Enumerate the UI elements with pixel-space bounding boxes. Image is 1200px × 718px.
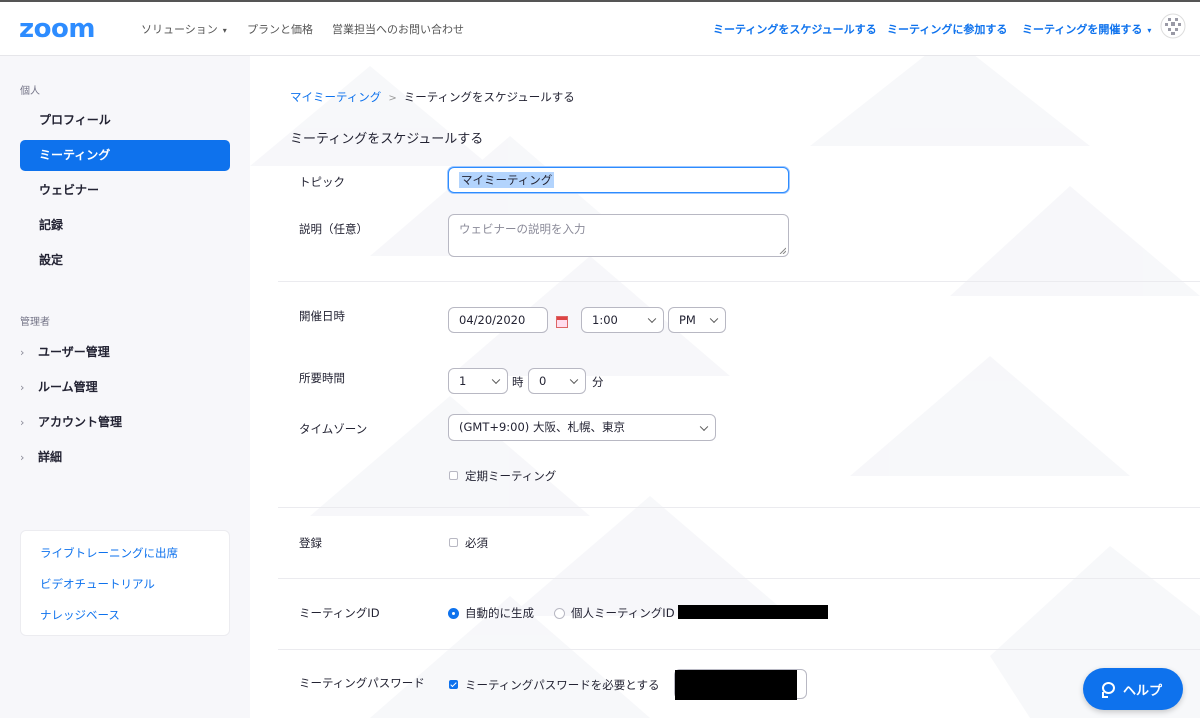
timezone-label: タイムゾーン (299, 422, 368, 436)
link-live-training[interactable]: ライブトレーニングに出席 (40, 545, 178, 561)
sidebar-item-meetings[interactable]: ミーティング (20, 140, 230, 171)
sidebar-item-recordings[interactable]: 記録 (20, 210, 230, 241)
avatar[interactable] (1160, 13, 1186, 39)
caret-down-icon: ▾ (222, 25, 227, 35)
nav-solutions[interactable]: ソリューション ▾ (141, 21, 227, 37)
section-label-personal: 個人 (20, 86, 40, 97)
sidebar-item-user-management[interactable]: › ユーザー管理 (20, 338, 230, 366)
duration-minutes-select[interactable]: 0 (528, 368, 586, 394)
description-label: 説明（任意） (299, 222, 368, 236)
breadcrumb-link-my-meetings[interactable]: マイミーティング (290, 90, 381, 104)
section-divider (278, 507, 1200, 508)
meeting-id-label: ミーティングID (299, 606, 380, 620)
registration-required-label[interactable]: 必須 (465, 535, 488, 551)
section-divider (278, 281, 1200, 282)
time-select[interactable]: 1:00 (581, 307, 664, 333)
duration-label: 所要時間 (299, 371, 345, 385)
chevron-down-icon (647, 314, 657, 324)
registration-label: 登録 (299, 536, 322, 550)
redacted-personal-meeting-id (678, 605, 828, 619)
nav-plans-pricing[interactable]: プランと価格 (247, 21, 313, 37)
main-content: マイミーティング > ミーティングをスケジュールする ミーティングをスケジュールする… (250, 56, 1200, 718)
description-placeholder: ウェビナーの説明を入力 (459, 222, 586, 236)
resize-handle-icon[interactable] (779, 247, 786, 254)
topic-label: トピック (299, 175, 345, 189)
section-divider (278, 578, 1200, 579)
nav-schedule-meeting[interactable]: ミーティングをスケジュールする (713, 21, 877, 37)
section-label-admin: 管理者 (20, 317, 50, 328)
registration-required-checkbox[interactable] (449, 538, 458, 547)
ampm-select[interactable]: PM (668, 307, 726, 333)
chevron-right-icon: › (20, 416, 25, 429)
help-button[interactable]: ヘルプ (1083, 668, 1183, 710)
description-textarea[interactable]: ウェビナーの説明を入力 (448, 214, 789, 257)
hours-unit: 時 (512, 375, 524, 389)
breadcrumb: マイミーティング > ミーティングをスケジュールする (290, 89, 575, 105)
caret-down-icon: ▾ (1147, 25, 1152, 35)
chevron-down-icon (699, 422, 709, 431)
breadcrumb-current: ミーティングをスケジュールする (403, 90, 575, 104)
top-header: zoom ソリューション ▾ プランと価格 営業担当へのお問い合わせ ミーティング… (0, 2, 1200, 56)
meeting-id-personal-radio[interactable] (554, 608, 565, 619)
calendar-icon[interactable] (556, 316, 568, 328)
section-divider (278, 649, 1200, 650)
redacted-password (675, 670, 797, 700)
password-required-label[interactable]: ミーティングパスワードを必要とする (465, 677, 659, 693)
meeting-id-auto-radio[interactable] (448, 608, 459, 619)
sidebar-item-advanced[interactable]: › 詳細 (20, 443, 230, 471)
password-label: ミーティングパスワード (299, 676, 425, 690)
link-video-tutorials[interactable]: ビデオチュートリアル (40, 576, 155, 592)
recurring-label[interactable]: 定期ミーティング (465, 468, 556, 484)
chevron-right-icon: › (20, 381, 25, 394)
recurring-checkbox[interactable] (449, 471, 458, 480)
topic-input[interactable]: マイミーティング (448, 167, 789, 193)
minutes-unit: 分 (592, 375, 604, 389)
sidebar-item-room-management[interactable]: › ルーム管理 (20, 373, 230, 401)
meeting-id-auto-label[interactable]: 自動的に生成 (465, 605, 534, 621)
nav-contact-sales[interactable]: 営業担当へのお問い合わせ (332, 21, 464, 37)
timezone-select[interactable]: (GMT+9:00) 大阪、札幌、東京 (448, 414, 716, 441)
sidebar-item-settings[interactable]: 設定 (20, 245, 230, 276)
nav-host-meeting[interactable]: ミーティングを開催する ▾ (1022, 21, 1151, 37)
chevron-down-icon (491, 375, 501, 385)
breadcrumb-separator: > (388, 93, 397, 104)
nav-join-meeting[interactable]: ミーティングに参加する (887, 21, 1007, 37)
sidebar-item-profile[interactable]: プロフィール (20, 105, 230, 136)
password-input[interactable] (674, 669, 807, 700)
chevron-down-icon (709, 314, 719, 324)
chevron-down-icon (569, 375, 579, 385)
meeting-id-personal-label[interactable]: 個人ミーティングID (571, 605, 675, 621)
when-label: 開催日時 (299, 309, 345, 323)
sidebar-item-webinars[interactable]: ウェビナー (20, 175, 230, 206)
date-input[interactable]: 04/20/2020 (448, 307, 548, 333)
sidebar-item-account-management[interactable]: › アカウント管理 (20, 408, 230, 436)
help-links-box: ライブトレーニングに出席 ビデオチュートリアル ナレッジベース (20, 530, 230, 636)
chevron-right-icon: › (20, 451, 25, 464)
zoom-logo[interactable]: zoom (19, 16, 95, 42)
link-knowledge-base[interactable]: ナレッジベース (40, 607, 120, 623)
duration-hours-select[interactable]: 1 (448, 368, 508, 394)
page-title: ミーティングをスケジュールする (290, 132, 484, 147)
password-required-checkbox[interactable] (449, 680, 458, 689)
chevron-right-icon: › (20, 346, 25, 359)
topic-value: マイミーティング (459, 172, 555, 188)
chat-bubble-icon (1102, 682, 1115, 698)
